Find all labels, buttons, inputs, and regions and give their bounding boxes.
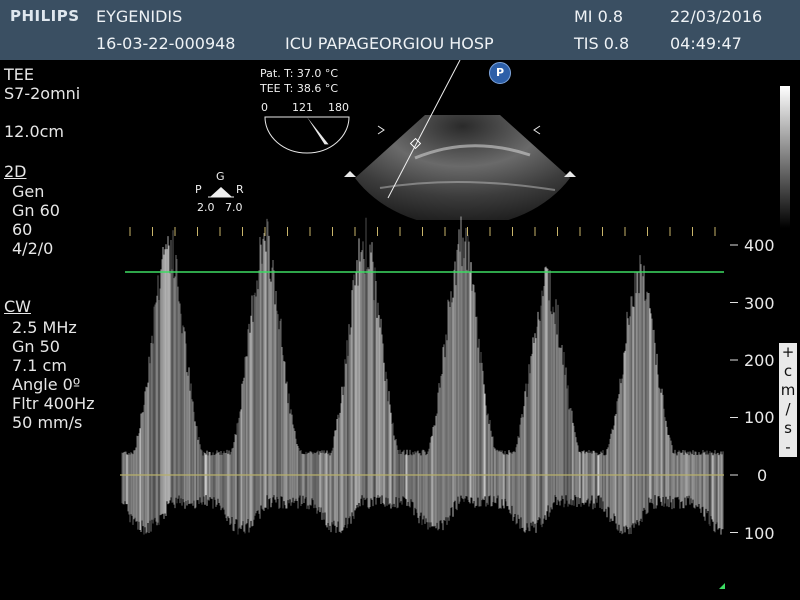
- unit-char: s: [784, 419, 792, 437]
- velocity-unit-box: + c m / s -: [779, 343, 797, 457]
- unit-char: c: [783, 362, 793, 380]
- scale-label: 300: [744, 294, 775, 313]
- unit-char: m: [780, 381, 796, 399]
- unit-char: -: [785, 438, 791, 456]
- cw-doppler-spectrum: [120, 216, 738, 589]
- scale-label: 200: [744, 351, 775, 370]
- scale-label: 0: [757, 466, 768, 485]
- scale-label: 100: [744, 408, 775, 427]
- scale-label: 400: [744, 236, 775, 255]
- scale-label: 100: [744, 524, 775, 543]
- unit-char: /: [785, 400, 791, 418]
- unit-char: +: [781, 343, 795, 361]
- cine-indicator-icon: [719, 583, 725, 589]
